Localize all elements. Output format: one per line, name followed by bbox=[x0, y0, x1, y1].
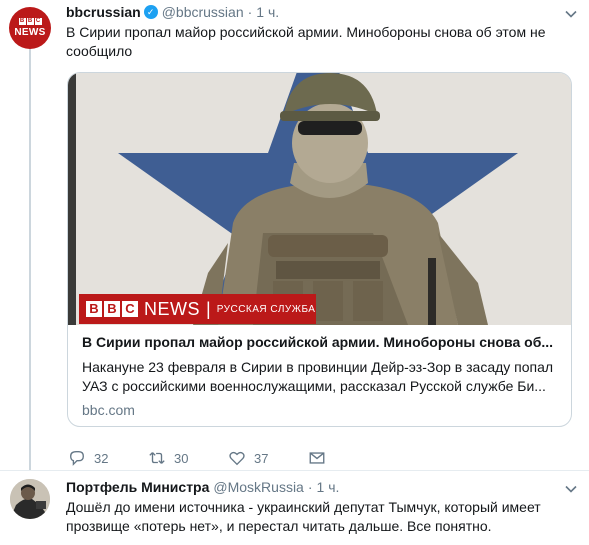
card-image[interactable]: B B C NEWS | РУССКАЯ СЛУЖБА bbox=[68, 73, 571, 325]
author-name[interactable]: bbcrussian bbox=[66, 4, 141, 20]
tweet-timestamp[interactable]: 1 ч. bbox=[256, 4, 279, 20]
tweet-actions: 32 30 37 bbox=[68, 449, 388, 467]
card-domain: bbc.com bbox=[82, 402, 135, 418]
verified-badge-icon: ✓ bbox=[143, 5, 158, 19]
tweet-text: В Сирии пропал майор российской армии. М… bbox=[66, 24, 546, 59]
reply-author-handle[interactable]: @MoskRussia bbox=[213, 479, 303, 495]
like-count: 37 bbox=[254, 450, 269, 466]
direct-message-button[interactable] bbox=[308, 449, 388, 467]
tweet-reply-portfel-ministra[interactable]: Портфель Министра @MoskRussia · 1 ч. Дош… bbox=[0, 470, 589, 545]
card-title: В Сирии пропал майор российской армии. М… bbox=[82, 334, 554, 350]
thread-line bbox=[29, 48, 31, 470]
reply-text: Дошёл до имени источника - украинский де… bbox=[66, 499, 541, 534]
reply-count: 32 bbox=[94, 450, 109, 466]
tweet-bbcrussian[interactable]: B B C NEWS bbcrussian ✓ @bbcrussian · 1 … bbox=[0, 0, 589, 470]
avatar-image bbox=[10, 479, 50, 519]
author-handle[interactable]: @bbcrussian bbox=[162, 4, 244, 20]
banner-logo-blocks: B B C bbox=[86, 301, 138, 317]
chevron-down-icon[interactable] bbox=[563, 481, 579, 497]
bbc-logo-news: NEWS bbox=[14, 27, 46, 38]
retweet-icon bbox=[149, 452, 165, 464]
retweet-button[interactable]: 30 bbox=[148, 449, 228, 467]
reply-button[interactable]: 32 bbox=[68, 449, 148, 467]
banner-service-label: РУССКАЯ СЛУЖБА bbox=[216, 303, 316, 315]
avatar-portfel-ministra[interactable] bbox=[10, 479, 50, 519]
chevron-down-icon[interactable] bbox=[563, 6, 579, 22]
bbc-news-banner: B B C NEWS | РУССКАЯ СЛУЖБА bbox=[79, 294, 316, 324]
direct-message-icon bbox=[309, 452, 325, 464]
card-body[interactable]: В Сирии пропал майор российской армии. М… bbox=[82, 333, 562, 418]
tweet-header: bbcrussian ✓ @bbcrussian · 1 ч. bbox=[66, 2, 279, 22]
link-card[interactable]: B B C NEWS | РУССКАЯ СЛУЖБА В Сирии проп… bbox=[67, 72, 572, 427]
card-description: Накануне 23 февраля в Сирии в провинции … bbox=[82, 359, 554, 394]
banner-separator: | bbox=[206, 298, 211, 319]
reply-header: Портфель Министра @MoskRussia · 1 ч. bbox=[66, 477, 339, 497]
avatar-bbc-news[interactable]: B B C NEWS bbox=[9, 7, 51, 49]
reply-author-name[interactable]: Портфель Министра bbox=[66, 479, 209, 495]
like-button[interactable]: 37 bbox=[228, 449, 308, 467]
banner-news-label: NEWS bbox=[144, 298, 200, 319]
reply-icon bbox=[70, 451, 84, 466]
bbc-logo-blocks: B B C bbox=[18, 18, 42, 25]
separator-dot: · bbox=[247, 4, 253, 20]
reply-separator-dot: · bbox=[307, 479, 313, 495]
reply-timestamp[interactable]: 1 ч. bbox=[317, 479, 340, 495]
soldier-photo bbox=[68, 73, 571, 325]
retweet-count: 30 bbox=[174, 450, 189, 466]
like-heart-icon bbox=[229, 451, 245, 466]
